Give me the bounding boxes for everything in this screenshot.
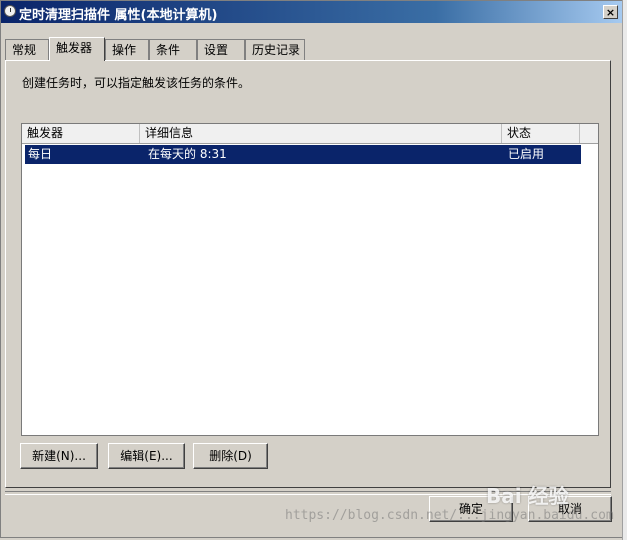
column-header-status[interactable]: 状态 <box>502 124 580 143</box>
close-button[interactable]: × <box>603 5 618 19</box>
new-button[interactable]: 新建(N)... <box>20 443 98 469</box>
table-row[interactable]: 每日 在每天的 8:31 已启用 <box>25 145 581 164</box>
row-details: 在每天的 8:31 <box>148 147 227 161</box>
tab-actions[interactable]: 操作 <box>105 39 149 60</box>
tab-triggers[interactable]: 触发器 <box>49 37 105 61</box>
column-header-trigger[interactable]: 触发器 <box>22 124 140 143</box>
watermark-url: https://blog.csdn.net/...jingyan.baidu.c… <box>285 508 614 523</box>
list-header: 触发器 详细信息 状态 <box>22 124 598 144</box>
watermark-logo: Bai 经验 <box>486 484 569 508</box>
tab-conditions[interactable]: 条件 <box>149 39 197 60</box>
title-bar[interactable]: 定时清理扫描件 属性(本地计算机) × <box>1 1 622 23</box>
description-text: 创建任务时，可以指定触发该任务的条件。 <box>22 76 251 90</box>
trigger-list[interactable]: 触发器 详细信息 状态 每日 在每天的 8:31 已启用 <box>21 123 599 436</box>
row-status: 已启用 <box>508 147 545 161</box>
tab-history[interactable]: 历史记录 <box>245 39 305 60</box>
delete-button[interactable]: 删除(D) <box>193 443 268 469</box>
triggers-panel: 创建任务时，可以指定触发该任务的条件。 触发器 详细信息 状态 每日 在每天的 … <box>5 60 611 488</box>
window-title: 定时清理扫描件 属性(本地计算机) <box>19 8 218 23</box>
edit-button[interactable]: 编辑(E)... <box>108 443 185 469</box>
column-header-details[interactable]: 详细信息 <box>140 124 502 143</box>
properties-dialog: 定时清理扫描件 属性(本地计算机) × 常规 触发器 操作 条件 设置 历史记录… <box>0 0 623 538</box>
tab-settings[interactable]: 设置 <box>197 39 245 60</box>
clock-icon <box>4 5 16 17</box>
background-window-edge <box>622 0 627 540</box>
tab-general[interactable]: 常规 <box>5 39 49 60</box>
row-trigger: 每日 <box>28 147 53 161</box>
